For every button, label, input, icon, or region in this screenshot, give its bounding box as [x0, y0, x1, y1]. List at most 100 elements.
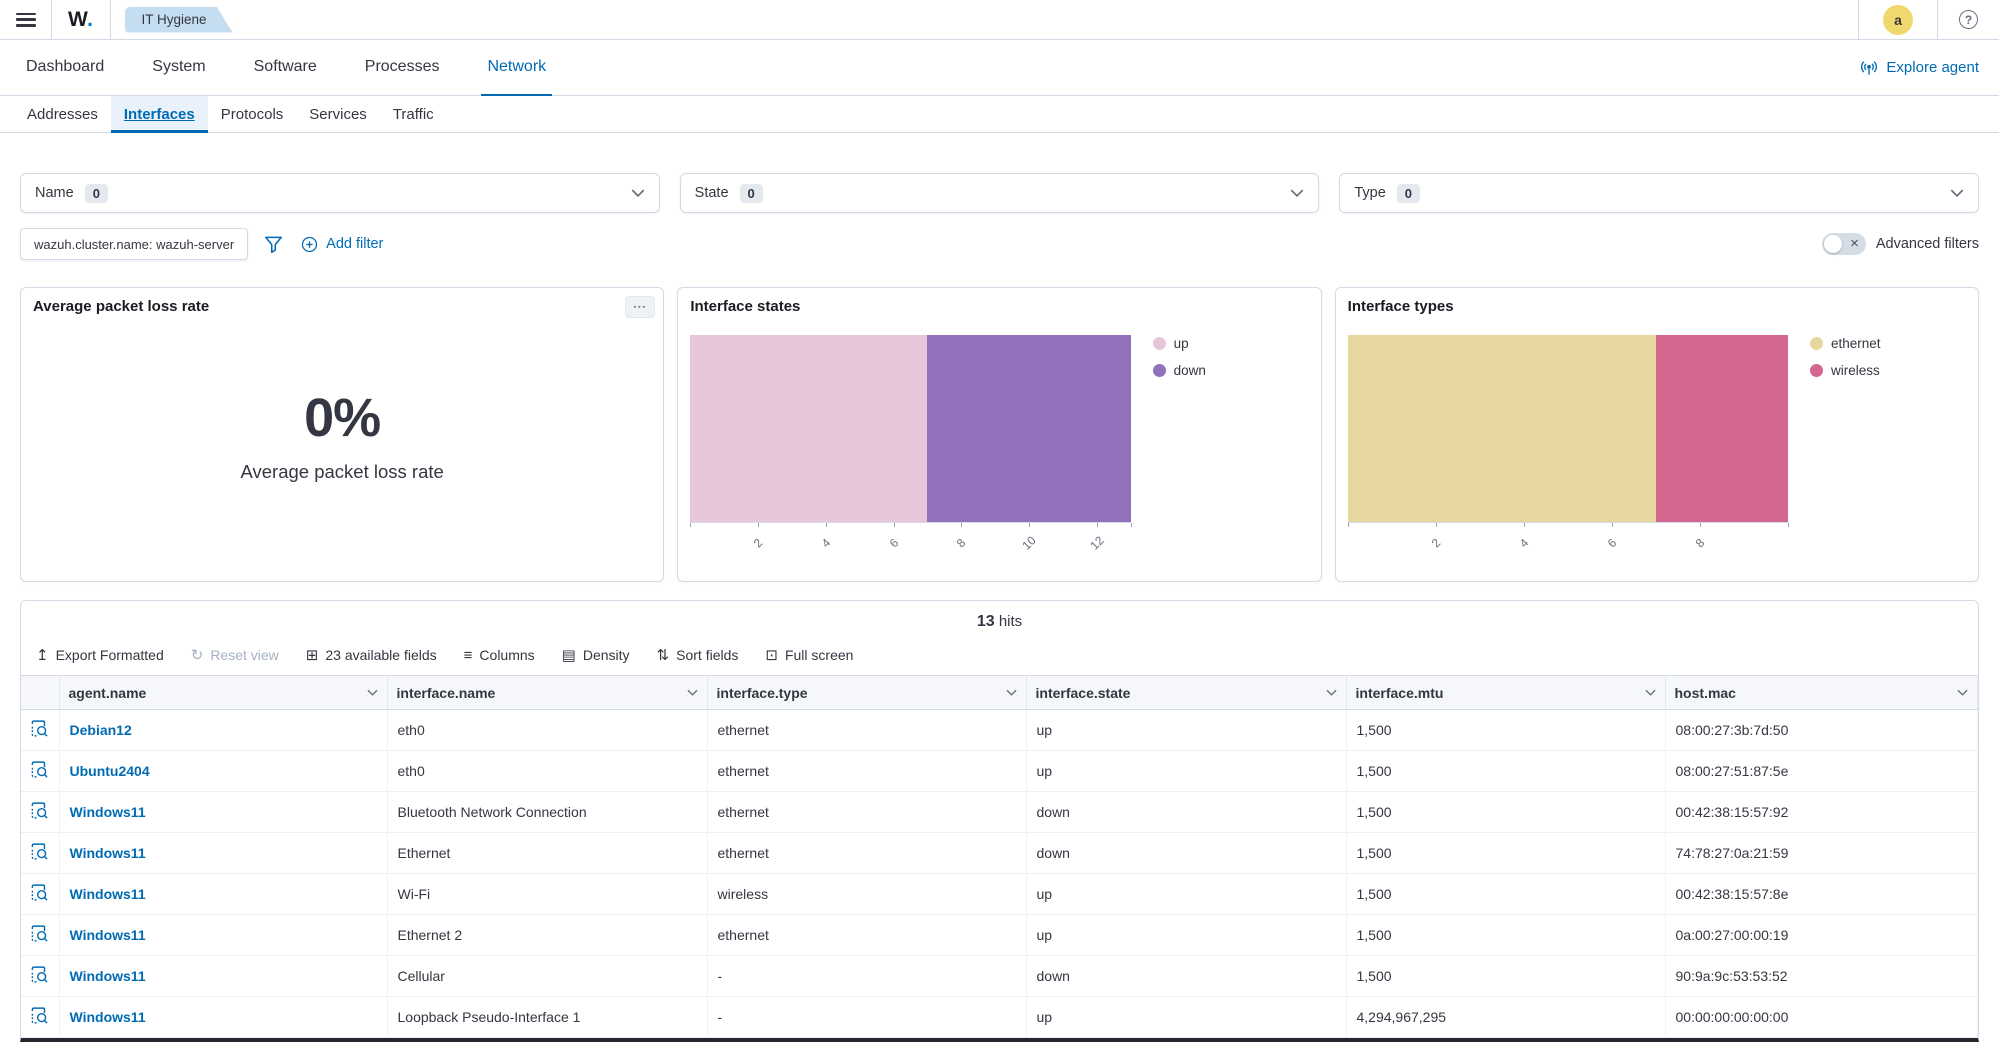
inspect-document-icon[interactable]: [30, 842, 49, 861]
column-header-interface-type[interactable]: interface.type: [707, 676, 1026, 710]
interface-type-cell[interactable]: -: [707, 956, 1026, 997]
interface-type-cell[interactable]: ethernet: [707, 792, 1026, 833]
subtab-traffic[interactable]: Traffic: [380, 96, 447, 133]
interface-name-cell[interactable]: eth0: [387, 710, 707, 751]
subtab-services[interactable]: Services: [296, 96, 380, 133]
interface-mtu-cell[interactable]: 1,500: [1346, 874, 1665, 915]
interface-state-cell[interactable]: up: [1026, 997, 1346, 1038]
inspect-document-icon[interactable]: [30, 760, 49, 779]
legend-item-down[interactable]: down: [1153, 363, 1309, 378]
wazuh-logo[interactable]: W.: [68, 8, 94, 32]
breadcrumb[interactable]: IT Hygiene: [125, 7, 233, 33]
inspect-document-icon[interactable]: [30, 719, 49, 738]
interface-name-cell[interactable]: Ethernet: [387, 833, 707, 874]
tab-network[interactable]: Network: [481, 40, 552, 96]
inspect-document-icon[interactable]: [30, 1006, 49, 1025]
interface-state-cell[interactable]: down: [1026, 792, 1346, 833]
interface-name-cell[interactable]: Ethernet 2: [387, 915, 707, 956]
tab-software[interactable]: Software: [248, 40, 323, 96]
interface-type-cell[interactable]: ethernet: [707, 915, 1026, 956]
host-mac-cell[interactable]: 08:00:27:3b:7d:50: [1665, 710, 1978, 751]
explore-agent-link[interactable]: Explore agent: [1860, 40, 1979, 95]
interface-name-cell[interactable]: Loopback Pseudo-Interface 1: [387, 997, 707, 1038]
tab-dashboard[interactable]: Dashboard: [20, 40, 110, 96]
export-formatted-button[interactable]: ↥ Export Formatted: [36, 647, 164, 663]
legend-item-up[interactable]: up: [1153, 336, 1309, 351]
column-header-agent-name[interactable]: agent.name: [59, 676, 387, 710]
filter-funnel-button[interactable]: [264, 235, 283, 254]
interface-mtu-cell[interactable]: 4,294,967,295: [1346, 997, 1665, 1038]
interface-name-cell[interactable]: eth0: [387, 751, 707, 792]
columns-button[interactable]: ≡ Columns: [464, 647, 535, 663]
bar-plot-area[interactable]: [1348, 335, 1788, 522]
interface-mtu-cell[interactable]: 1,500: [1346, 710, 1665, 751]
host-mac-cell[interactable]: 0a:00:27:00:00:19: [1665, 915, 1978, 956]
interface-type-cell[interactable]: wireless: [707, 874, 1026, 915]
name-filter-select[interactable]: Name 0: [20, 173, 660, 213]
state-filter-select[interactable]: State 0: [680, 173, 1320, 213]
agent-name-link[interactable]: Windows11: [70, 804, 146, 820]
interface-state-cell[interactable]: down: [1026, 956, 1346, 997]
interface-name-cell[interactable]: Cellular: [387, 956, 707, 997]
full-screen-button[interactable]: ⊡ Full screen: [765, 647, 853, 663]
agent-name-link[interactable]: Debian12: [70, 722, 132, 738]
column-header-interface-mtu[interactable]: interface.mtu: [1346, 676, 1665, 710]
sort-fields-button[interactable]: ⇅ Sort fields: [657, 647, 739, 663]
subtab-interfaces[interactable]: Interfaces: [111, 96, 208, 133]
host-mac-cell[interactable]: 08:00:27:51:87:5e: [1665, 751, 1978, 792]
agent-name-link[interactable]: Windows11: [70, 927, 146, 943]
type-filter-select[interactable]: Type 0: [1339, 173, 1979, 213]
legend-item-ethernet[interactable]: ethernet: [1810, 336, 1966, 351]
interface-mtu-cell[interactable]: 1,500: [1346, 956, 1665, 997]
host-mac-cell[interactable]: 74:78:27:0a:21:59: [1665, 833, 1978, 874]
column-header-interface-state[interactable]: interface.state: [1026, 676, 1346, 710]
interface-state-cell[interactable]: up: [1026, 874, 1346, 915]
interface-mtu-cell[interactable]: 1,500: [1346, 792, 1665, 833]
bar-segment-wireless[interactable]: [1656, 335, 1788, 522]
interface-type-cell[interactable]: -: [707, 997, 1026, 1038]
bar-segment-down[interactable]: [927, 335, 1130, 522]
inspect-document-icon[interactable]: [30, 965, 49, 984]
reset-view-button[interactable]: ↻ Reset view: [191, 647, 279, 663]
column-header-interface-name[interactable]: interface.name: [387, 676, 707, 710]
host-mac-cell[interactable]: 00:00:00:00:00:00: [1665, 997, 1978, 1038]
panel-options-button[interactable]: ▪▪▪: [625, 296, 655, 318]
interface-state-cell[interactable]: up: [1026, 915, 1346, 956]
interface-state-cell[interactable]: up: [1026, 710, 1346, 751]
agent-name-link[interactable]: Windows11: [70, 1009, 146, 1025]
help-icon[interactable]: ?: [1959, 10, 1978, 29]
column-header-host-mac[interactable]: host.mac: [1665, 676, 1978, 710]
agent-name-link[interactable]: Ubuntu2404: [70, 763, 150, 779]
legend-item-wireless[interactable]: wireless: [1810, 363, 1966, 378]
advanced-filters-toggle[interactable]: ×: [1822, 233, 1866, 255]
host-mac-cell[interactable]: 00:42:38:15:57:92: [1665, 792, 1978, 833]
tab-processes[interactable]: Processes: [359, 40, 446, 96]
add-filter-button[interactable]: Add filter: [301, 236, 383, 253]
density-button[interactable]: ▤ Density: [562, 647, 630, 663]
subtab-protocols[interactable]: Protocols: [208, 96, 297, 133]
available-fields-button[interactable]: ⊞ 23 available fields: [306, 647, 437, 663]
interface-type-cell[interactable]: ethernet: [707, 751, 1026, 792]
avatar[interactable]: a: [1883, 5, 1913, 35]
host-mac-cell[interactable]: 00:42:38:15:57:8e: [1665, 874, 1978, 915]
bar-segment-up[interactable]: [690, 335, 927, 522]
agent-name-link[interactable]: Windows11: [70, 886, 146, 902]
menu-icon[interactable]: [16, 13, 36, 27]
bar-segment-ethernet[interactable]: [1348, 335, 1656, 522]
inspect-document-icon[interactable]: [30, 924, 49, 943]
interface-type-cell[interactable]: ethernet: [707, 710, 1026, 751]
agent-name-link[interactable]: Windows11: [70, 968, 146, 984]
interface-state-cell[interactable]: down: [1026, 833, 1346, 874]
interface-mtu-cell[interactable]: 1,500: [1346, 833, 1665, 874]
tab-system[interactable]: System: [146, 40, 211, 96]
interface-state-cell[interactable]: up: [1026, 751, 1346, 792]
agent-name-link[interactable]: Windows11: [70, 845, 146, 861]
bar-plot-area[interactable]: [690, 335, 1130, 522]
interface-mtu-cell[interactable]: 1,500: [1346, 751, 1665, 792]
interface-type-cell[interactable]: ethernet: [707, 833, 1026, 874]
interface-name-cell[interactable]: Bluetooth Network Connection: [387, 792, 707, 833]
inspect-document-icon[interactable]: [30, 883, 49, 902]
interface-name-cell[interactable]: Wi-Fi: [387, 874, 707, 915]
inspect-document-icon[interactable]: [30, 801, 49, 820]
host-mac-cell[interactable]: 90:9a:9c:53:53:52: [1665, 956, 1978, 997]
